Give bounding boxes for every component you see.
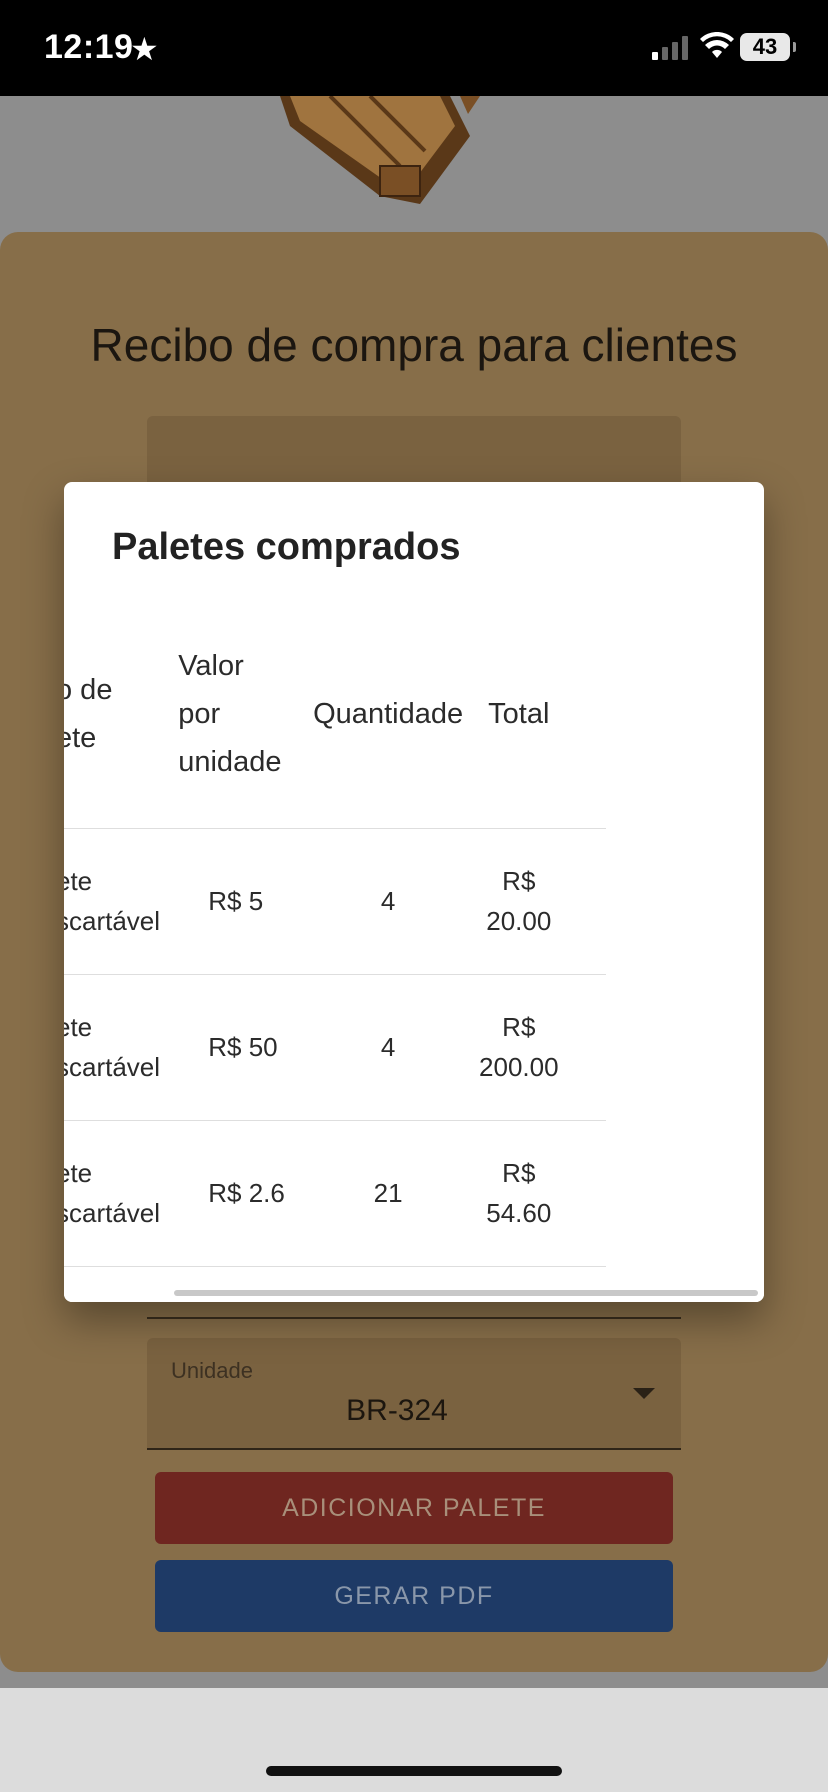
scrollbar-thumb[interactable] xyxy=(174,1290,758,1296)
wifi-icon xyxy=(700,32,734,58)
table-row: ete scartável R$ 5 4 R$ 20.00 xyxy=(64,827,606,974)
cell-quantity: 4 xyxy=(306,827,470,974)
cell-unit-value: R$ 5 xyxy=(178,827,307,974)
cell-type: ete scartável xyxy=(64,827,179,974)
column-header-quantity: Quantidade xyxy=(313,697,464,730)
cell-unit-value: R$ 50 xyxy=(178,973,307,1120)
home-indicator[interactable] xyxy=(266,1766,562,1776)
star-icon: ★ xyxy=(130,31,159,67)
chevron-down-icon[interactable] xyxy=(633,1388,655,1399)
column-header-total: Total xyxy=(488,697,550,730)
cell-total: R$ 20.00 xyxy=(469,827,606,974)
column-header-type: o de ete xyxy=(64,673,113,754)
table-scroll-area[interactable]: o de ete Valor por unidade Quantidade To… xyxy=(64,600,764,1268)
cell-unit-value: R$ 2.6 xyxy=(178,1119,307,1267)
cell-total: R$ 54.60 xyxy=(469,1119,606,1267)
add-pallet-button[interactable]: ADICIONAR PALETE xyxy=(155,1472,673,1544)
cell-type: ete scartável xyxy=(64,973,179,1120)
battery-icon: 43 xyxy=(740,33,796,61)
signal-icon xyxy=(652,36,688,60)
page-title: Recibo de compra para clientes xyxy=(90,319,738,371)
field-underline xyxy=(147,1317,681,1319)
horizontal-scrollbar[interactable] xyxy=(64,1286,764,1302)
cell-quantity: 4 xyxy=(306,973,470,1120)
pallets-table: o de ete Valor por unidade Quantidade To… xyxy=(64,600,606,1267)
table-row: ete scartável R$ 2.6 21 R$ 54.60 xyxy=(64,1119,606,1267)
dialog-title: Paletes comprados xyxy=(112,526,461,568)
pallet-image xyxy=(280,96,480,204)
cell-quantity: 21 xyxy=(306,1119,470,1267)
unit-label: Unidade xyxy=(171,1358,253,1383)
unit-value: BR-324 xyxy=(346,1394,448,1427)
table-row: ete scartável R$ 50 4 R$ 200.00 xyxy=(64,973,606,1120)
table-header-row: o de ete Valor por unidade Quantidade To… xyxy=(64,600,606,828)
battery-level: 43 xyxy=(752,34,778,59)
unit-select[interactable]: Unidade BR-324 xyxy=(147,1338,681,1450)
app-screen: 12:19 ★ 43 Recibo de compra para cliente… xyxy=(0,0,828,1792)
bottom-bar xyxy=(0,1688,828,1792)
cell-type: ete scartável xyxy=(64,1119,179,1267)
status-time: 12:19 xyxy=(44,28,134,66)
column-header-unit-value: Valor por unidade xyxy=(178,649,282,778)
purchased-pallets-dialog: Paletes comprados o de ete Valor por uni… xyxy=(64,482,764,1302)
status-bar: 12:19 ★ 43 xyxy=(0,0,828,96)
cell-total: R$ 200.00 xyxy=(469,973,606,1120)
generate-pdf-button[interactable]: GERAR PDF xyxy=(155,1560,673,1632)
